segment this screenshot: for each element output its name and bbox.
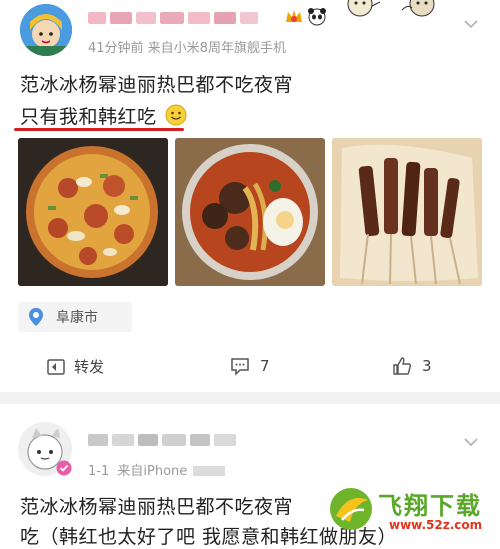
location-tag[interactable]: 阜康市 <box>18 302 132 332</box>
crown-badge-icon <box>284 8 304 26</box>
username-blurred[interactable] <box>88 10 278 26</box>
avatar[interactable] <box>20 4 72 56</box>
watermark-brand: 飞翔下载 <box>378 492 482 520</box>
comment-icon <box>230 356 250 376</box>
image-noodles[interactable] <box>175 138 325 286</box>
post-text-line-1: 范冰冰杨幂迪丽热巴都不吃夜宵 <box>20 74 294 96</box>
repost-label: 转发 <box>74 358 105 376</box>
watermark-logo-icon <box>328 486 374 532</box>
post-card-1: 41分钟前 来自小米8周年旗舰手机 范冰冰杨幂迪丽热巴都不吃夜宵 只有我和韩红吃 <box>0 0 500 392</box>
comment-button[interactable]: 7 <box>230 356 270 376</box>
image-skewers[interactable] <box>332 138 482 286</box>
post-text-line-1: 范冰冰杨幂迪丽热巴都不吃夜宵 <box>20 496 294 518</box>
post-divider <box>0 392 500 404</box>
location-pin-icon <box>26 307 46 327</box>
watermark: 飞翔下载 www.52z.com <box>328 484 500 542</box>
more-options-chevron-icon[interactable] <box>462 434 480 448</box>
more-options-chevron-icon[interactable] <box>462 16 480 30</box>
card-decoration-icon <box>342 0 462 20</box>
thumbs-up-icon <box>392 356 412 376</box>
post-text-highlight: 只有我和韩红吃 <box>20 106 157 128</box>
repost-icon <box>46 357 66 377</box>
comment-count: 7 <box>260 357 270 375</box>
verified-badge-icon <box>56 460 72 476</box>
post-time: 1-1 <box>88 464 110 479</box>
red-underline <box>14 128 184 131</box>
location-label: 阜康市 <box>56 310 98 326</box>
post-meta: 41分钟前 来自小米8周年旗舰手机 <box>88 41 286 56</box>
smile-emoji-icon <box>165 104 187 131</box>
post-text-line-2: 只有我和韩红吃 <box>20 102 187 131</box>
source-blurred <box>193 466 226 476</box>
post-meta: 1-1 来自iPhone <box>88 460 226 479</box>
watermark-url: www.52z.com <box>386 518 486 532</box>
username-blurred[interactable] <box>88 432 258 448</box>
image-pizza[interactable] <box>18 138 168 286</box>
post-source: 来自iPhone <box>117 464 188 479</box>
like-count: 3 <box>422 357 432 375</box>
panda-badge-icon <box>306 6 328 26</box>
like-button[interactable]: 3 <box>392 356 432 376</box>
repost-button[interactable]: 转发 <box>46 356 104 377</box>
